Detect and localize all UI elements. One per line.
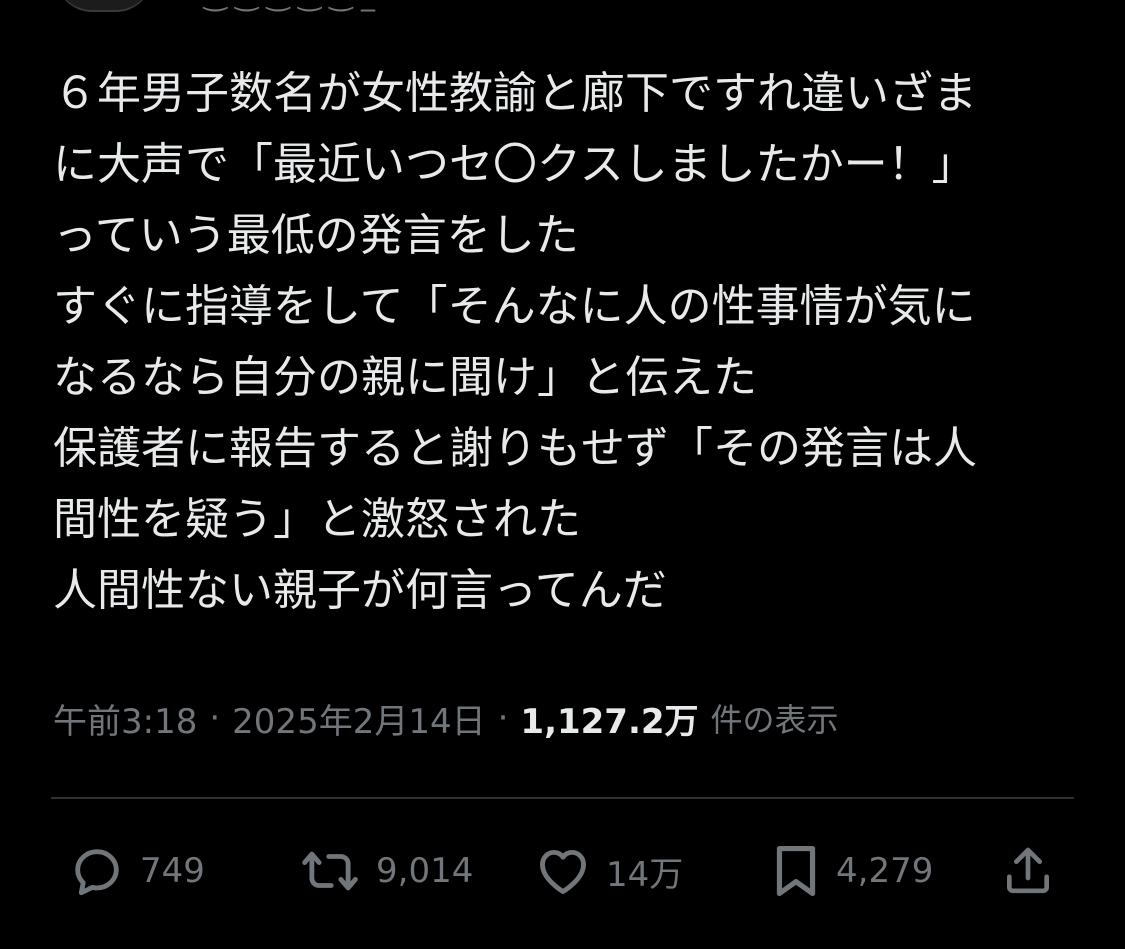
reply-button[interactable]: 749 xyxy=(68,836,205,906)
tweet-date[interactable]: 2025年2月14日 xyxy=(232,694,485,743)
meta-separator: · xyxy=(209,698,221,738)
like-count: 14万 xyxy=(606,854,684,895)
tweet-text-line: ６年男子数名が女性教諭と廊下ですれ違いざま xyxy=(53,68,977,119)
tweet-header: ‿ ‿ ‿ ‿ ‿ _ xyxy=(56,0,1056,12)
meta-separator: · xyxy=(497,698,509,738)
tweet-text-line: っていう最低の発言をした xyxy=(53,210,579,261)
repost-count: 9,014 xyxy=(376,851,474,891)
heart-icon xyxy=(534,842,592,900)
like-button[interactable]: 14万 xyxy=(534,836,683,906)
reply-count: 749 xyxy=(140,851,205,891)
avatar[interactable] xyxy=(56,0,152,12)
tweet-time[interactable]: 午前3:18 xyxy=(53,694,197,743)
user-handle[interactable]: ‿ ‿ ‿ ‿ ‿ _ xyxy=(204,0,375,10)
views-label: 件の表示 xyxy=(710,701,839,739)
divider xyxy=(51,797,1074,799)
tweet-text-line: なるなら自分の親に聞け」と伝えた xyxy=(53,352,757,403)
tweet-text-line: に大声で「最近いつセ〇クスしましたかー！」 xyxy=(53,139,976,190)
bookmark-icon xyxy=(770,841,822,901)
tweet-text-line: すぐに指導をして「そんなに人の性事情が気に xyxy=(53,281,976,332)
bookmark-button[interactable]: 4,279 xyxy=(770,836,933,906)
repost-icon xyxy=(298,842,362,900)
tweet-text-line: 間性を疑う」と激怒された xyxy=(53,494,581,545)
share-icon xyxy=(1000,842,1056,900)
repost-button[interactable]: 9,014 xyxy=(298,836,473,906)
tweet-text-line: 保護者に報告すると謝りもせず「その発言は人 xyxy=(53,423,977,474)
tweet-text-line: 人間性ない親子が何言ってんだ xyxy=(53,565,667,616)
tweet-meta: 午前3:18 · 2025年2月14日 · 1,127.2万 件の表示 xyxy=(53,692,839,744)
action-bar: 749 9,014 14万 4,279 xyxy=(0,836,1125,906)
reply-icon xyxy=(68,842,126,900)
views-count[interactable]: 1,127.2万 xyxy=(520,694,698,743)
tweet-text: ６年男子数名が女性教諭と廊下ですれ違いざま に大声で「最近いつセ〇クスしましたか… xyxy=(53,58,1073,626)
bookmark-count: 4,279 xyxy=(836,851,934,891)
share-button[interactable] xyxy=(1000,836,1056,906)
